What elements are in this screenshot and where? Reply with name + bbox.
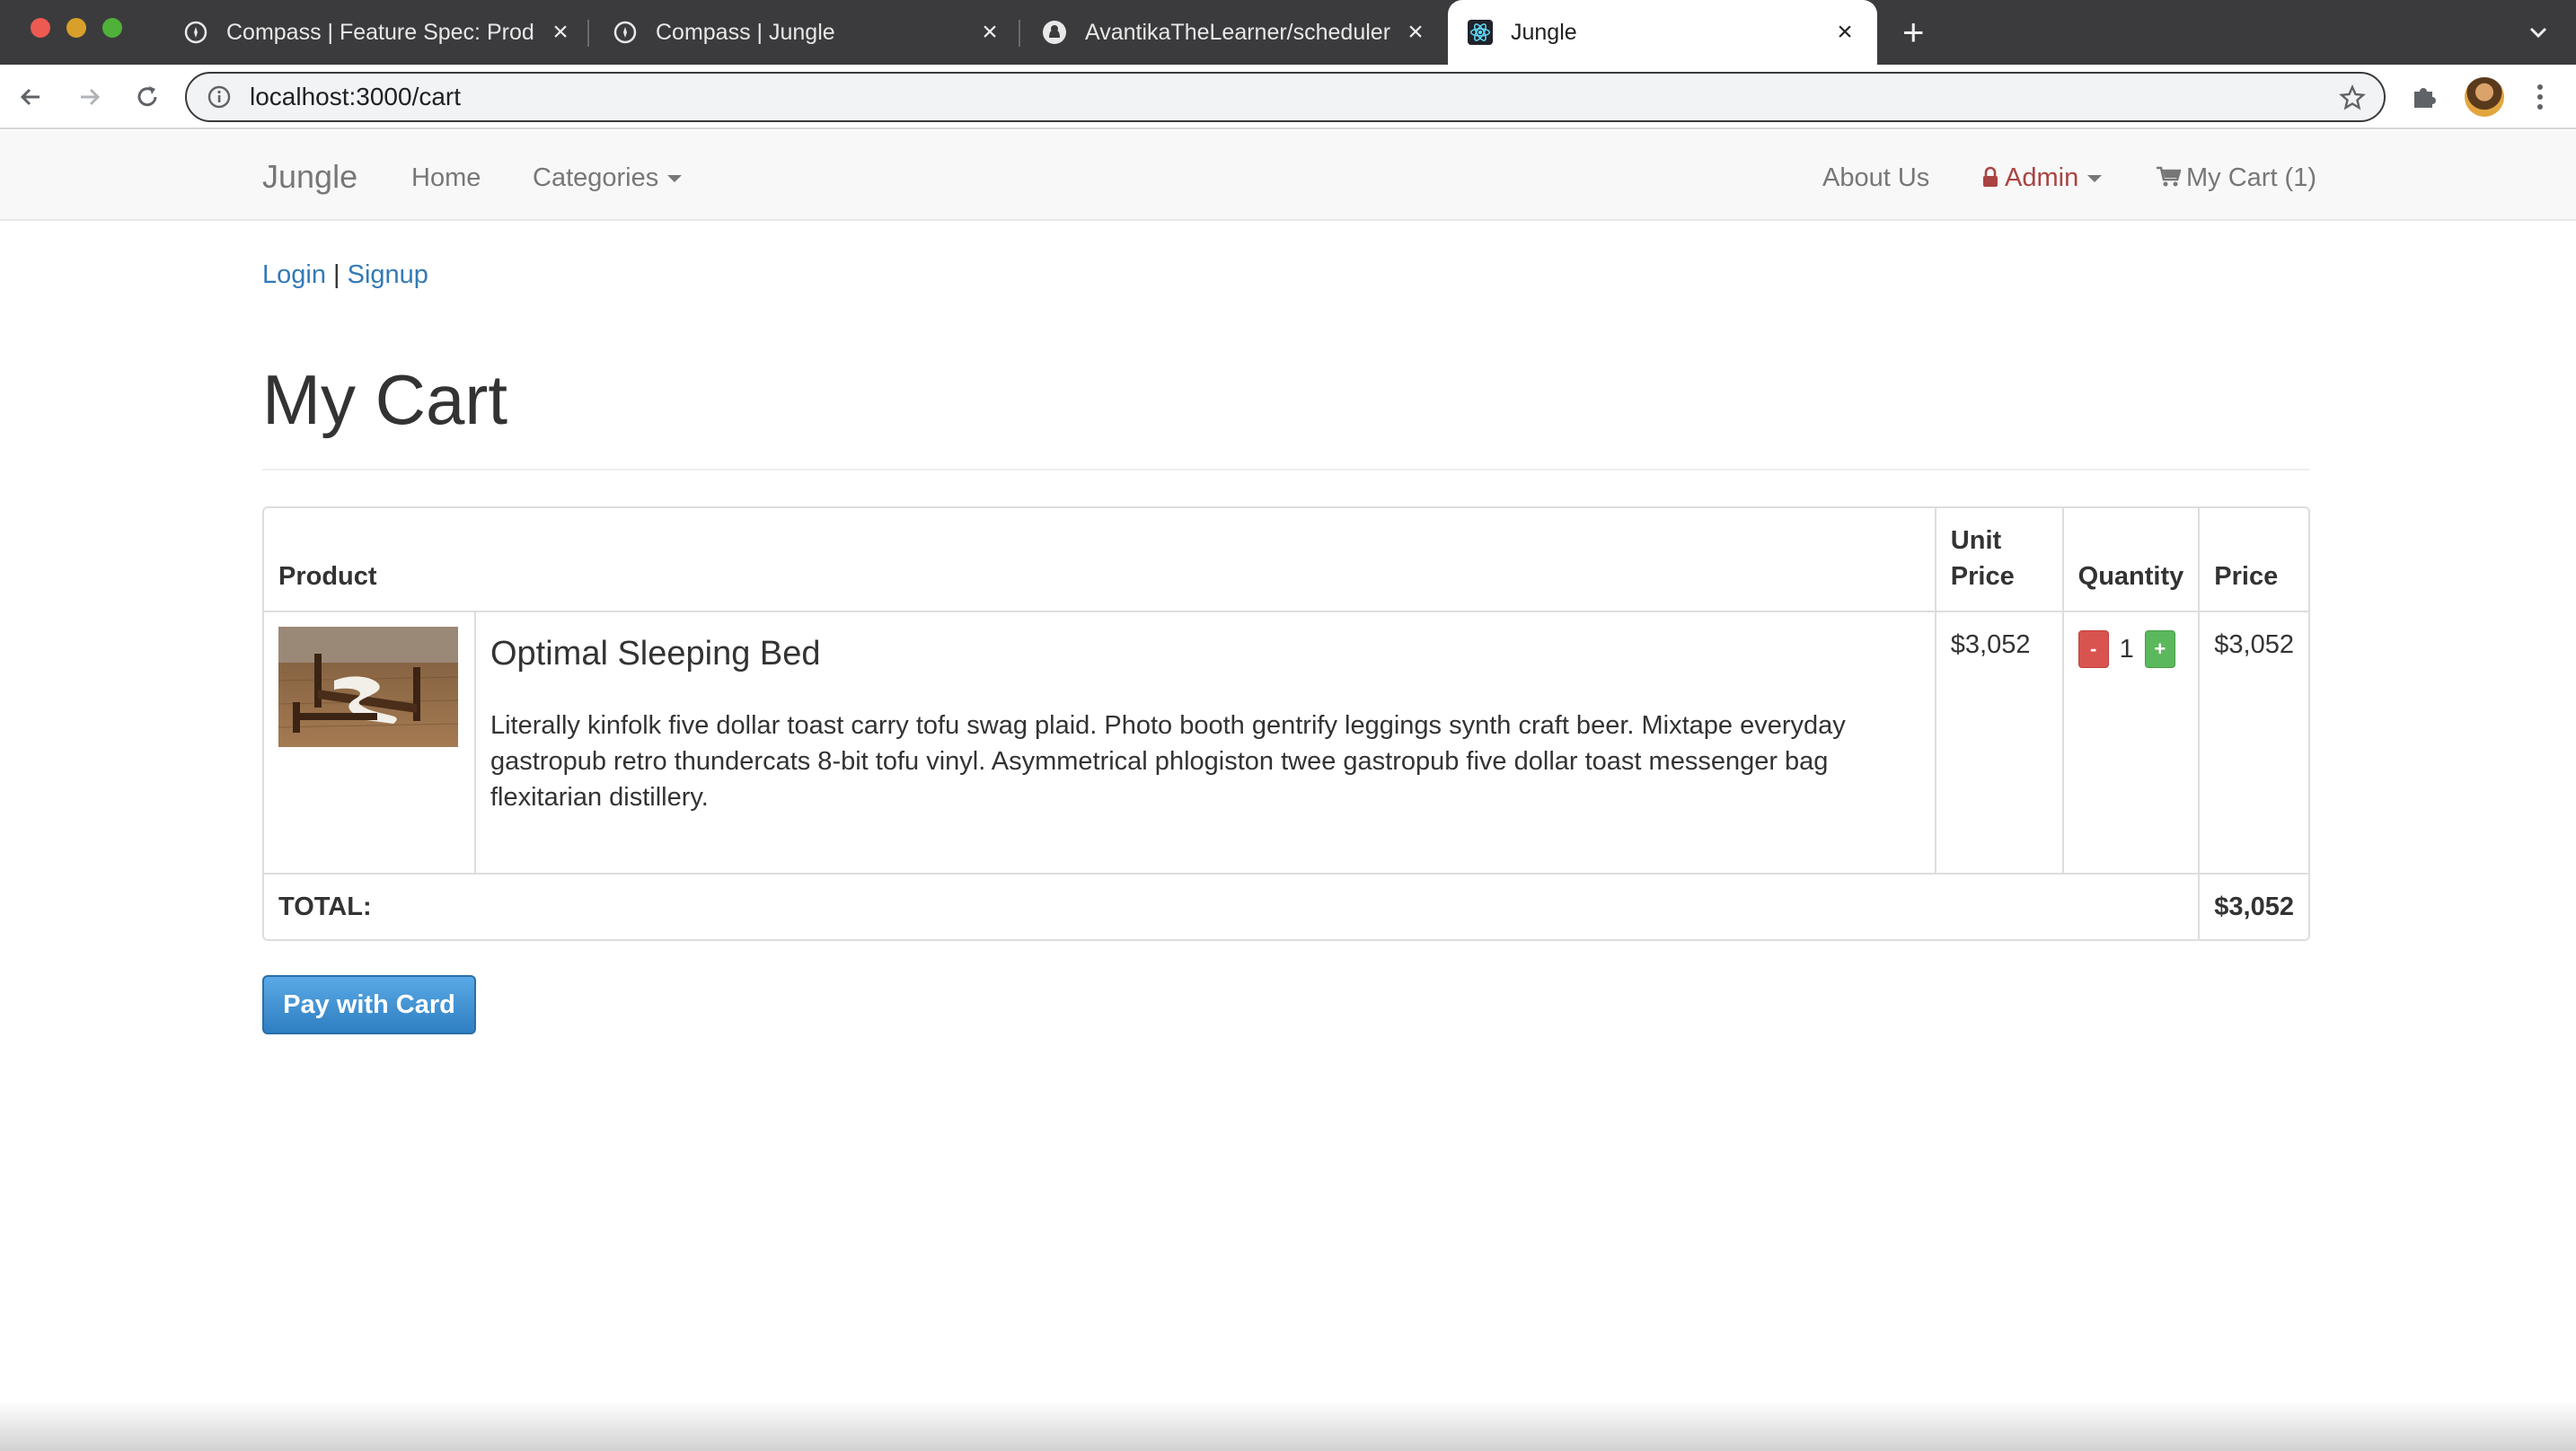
product-description: Literally kinfolk five dollar toast carr… bbox=[490, 711, 1846, 812]
product-info-cell: Optimal Sleeping Bed Literally kinfolk f… bbox=[473, 611, 1935, 873]
nav-categories-label: Categories bbox=[533, 163, 659, 192]
total-value: $3,052 bbox=[2198, 873, 2308, 939]
bookmark-star-icon[interactable] bbox=[2339, 84, 2366, 116]
header-product: Product bbox=[278, 562, 377, 591]
pay-with-card-button[interactable]: Pay with Card bbox=[262, 975, 476, 1034]
compass-icon bbox=[183, 20, 208, 45]
cart-table: Product Unit Price Quantity Price Optima… bbox=[262, 506, 2310, 941]
back-arrow-icon[interactable] bbox=[14, 81, 47, 113]
window-bottom-shadow bbox=[0, 1401, 2576, 1451]
brand-link[interactable]: Jungle bbox=[262, 158, 357, 196]
header-quantity: Quantity bbox=[2061, 508, 2199, 611]
new-tab-icon[interactable]: + bbox=[1902, 13, 1925, 52]
github-icon bbox=[1042, 20, 1067, 45]
total-row: TOTAL: $3,052 bbox=[264, 873, 2308, 939]
auth-separator: | bbox=[333, 260, 340, 289]
minimize-window-button[interactable] bbox=[66, 18, 86, 38]
nav-cart-link[interactable]: My Cart (1) bbox=[2156, 163, 2316, 193]
url-text: localhost:3000/cart bbox=[250, 83, 462, 110]
forward-arrow-icon[interactable] bbox=[74, 81, 106, 113]
tab-title: Compass | Jungle bbox=[656, 19, 835, 45]
product-name: Optimal Sleeping Bed bbox=[490, 635, 821, 673]
lock-icon bbox=[1983, 166, 1998, 187]
increase-quantity-button[interactable]: + bbox=[2144, 630, 2175, 668]
close-window-button[interactable] bbox=[31, 18, 50, 38]
maximize-window-button[interactable] bbox=[102, 18, 122, 38]
title-divider bbox=[262, 469, 2310, 470]
info-icon[interactable] bbox=[207, 84, 232, 110]
browser-tab-bar: Compass | Feature Spec: Produ × Compass … bbox=[0, 0, 2576, 65]
table-row: Optimal Sleeping Bed Literally kinfolk f… bbox=[264, 611, 2308, 873]
tab-title: Compass | Feature Spec: Produ bbox=[226, 19, 535, 45]
decrease-quantity-button[interactable]: - bbox=[2078, 630, 2109, 668]
nav-cart-label: My Cart (1) bbox=[2186, 163, 2316, 192]
nav-about-link[interactable]: About Us bbox=[1822, 163, 1929, 193]
site-navbar: Jungle Home Categories About Us Admin My… bbox=[0, 131, 2576, 221]
auth-links: Login | Signup bbox=[262, 260, 428, 290]
react-icon bbox=[1468, 20, 1493, 45]
quantity-cell: - 1 + bbox=[2061, 611, 2199, 873]
header-unit-price: Unit Price bbox=[1934, 508, 2062, 611]
extensions-puzzle-icon[interactable] bbox=[2409, 81, 2439, 116]
close-tab-icon[interactable]: × bbox=[548, 17, 573, 48]
browser-tab-compass-jungle[interactable]: Compass | Jungle × bbox=[593, 0, 1022, 65]
price-cell: $3,052 bbox=[2198, 611, 2308, 873]
nav-home-link[interactable]: Home bbox=[411, 163, 481, 193]
close-tab-icon[interactable]: × bbox=[1832, 17, 1857, 48]
header-unit-price-line2: Price bbox=[1950, 562, 2015, 591]
browser-tab-jungle[interactable]: Jungle × bbox=[1448, 0, 1877, 65]
unit-price-cell: $3,052 bbox=[1934, 611, 2062, 873]
quantity-value: 1 bbox=[2119, 635, 2134, 664]
nav-admin-dropdown[interactable]: Admin bbox=[1981, 163, 2103, 193]
tab-title: AvantikaTheLearner/scheduler: bbox=[1085, 19, 1390, 45]
browser-tab-feature-spec[interactable]: Compass | Feature Spec: Produ × bbox=[163, 0, 593, 65]
page-title: My Cart bbox=[262, 360, 507, 439]
address-bar[interactable]: localhost:3000/cart bbox=[185, 72, 2386, 122]
caret-down-icon bbox=[667, 175, 683, 183]
tab-separator bbox=[1019, 20, 1020, 47]
close-tab-icon[interactable]: × bbox=[977, 17, 1002, 48]
header-unit-price-line1: Unit bbox=[1950, 526, 2002, 555]
tab-title: Jungle bbox=[1511, 19, 1577, 45]
product-image bbox=[278, 627, 458, 747]
compass-icon bbox=[613, 20, 638, 45]
browser-tab-github[interactable]: AvantikaTheLearner/scheduler: × bbox=[1022, 0, 1448, 65]
reload-icon[interactable] bbox=[131, 81, 163, 113]
login-link[interactable]: Login bbox=[262, 260, 326, 289]
shopping-cart-icon bbox=[2157, 166, 2182, 187]
table-header-row: Product Unit Price Quantity Price bbox=[264, 508, 2308, 611]
browser-menu-icon[interactable] bbox=[2531, 81, 2549, 118]
close-tab-icon[interactable]: × bbox=[1403, 17, 1428, 48]
caret-down-icon bbox=[2087, 175, 2103, 183]
tab-search-chevron-icon[interactable] bbox=[2526, 20, 2551, 49]
nav-categories-dropdown[interactable]: Categories bbox=[533, 163, 683, 193]
quantity-stepper: - 1 + bbox=[2078, 630, 2184, 668]
signup-link[interactable]: Signup bbox=[348, 260, 428, 289]
tab-separator bbox=[587, 20, 589, 47]
total-label: TOTAL: bbox=[264, 873, 2199, 939]
nav-admin-label: Admin bbox=[2005, 163, 2079, 192]
profile-avatar[interactable] bbox=[2465, 77, 2504, 117]
browser-toolbar: localhost:3000/cart bbox=[0, 65, 2576, 129]
header-price: Price bbox=[2198, 508, 2308, 611]
product-image-cell bbox=[264, 611, 474, 873]
